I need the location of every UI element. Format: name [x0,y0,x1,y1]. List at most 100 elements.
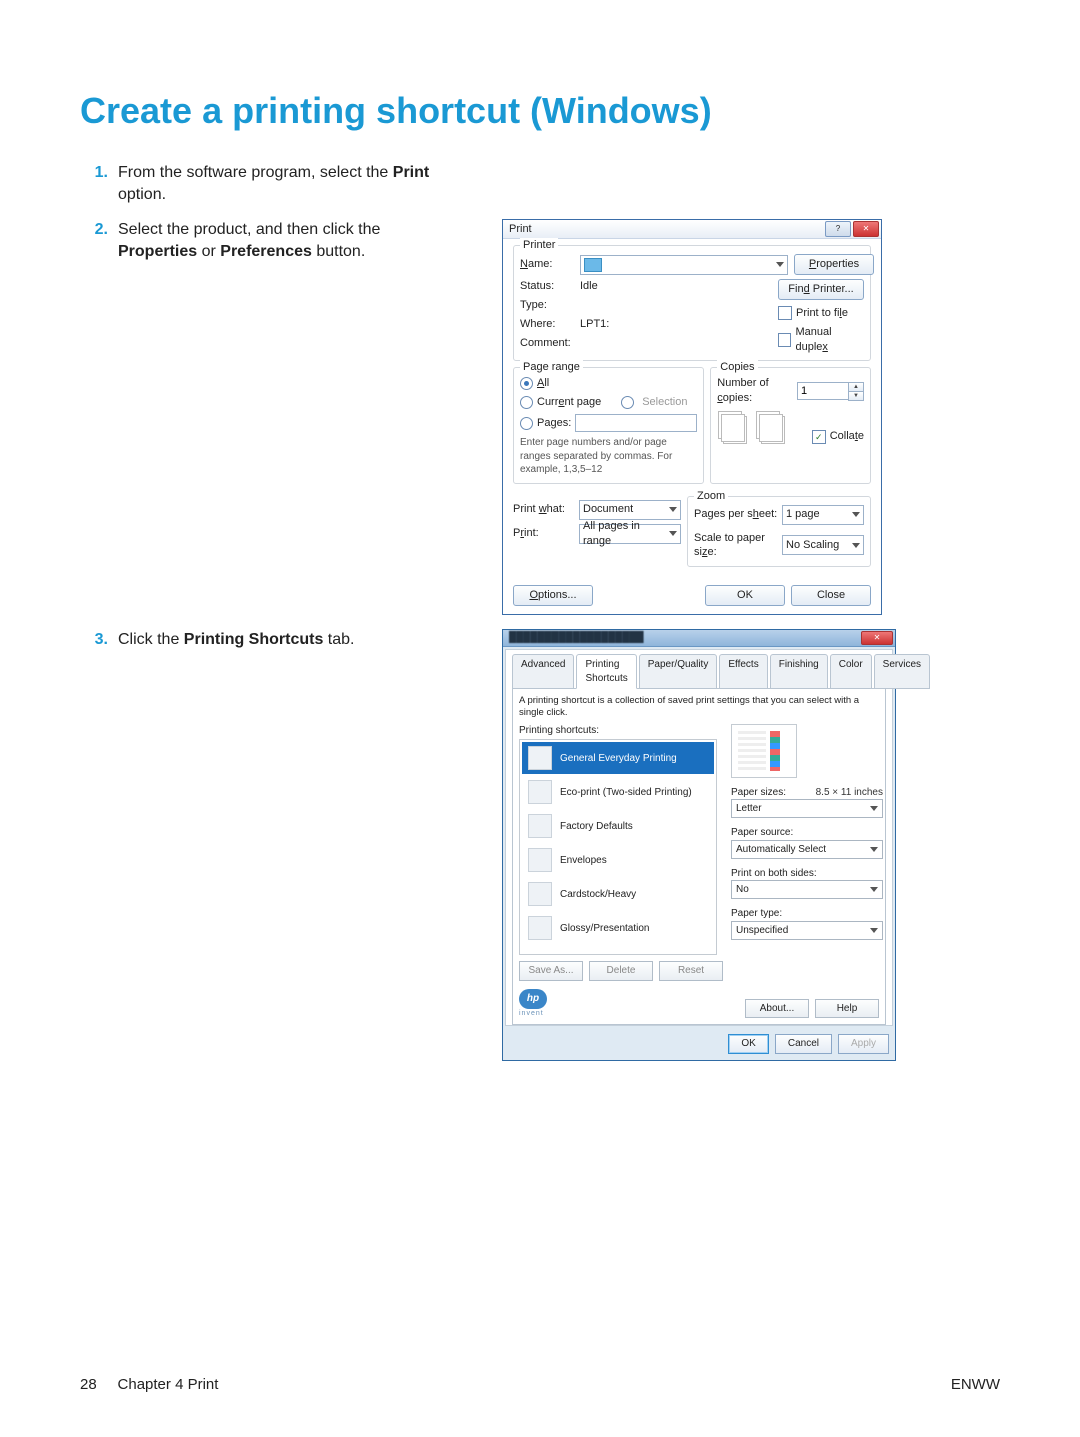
tab-effects[interactable]: Effects [719,654,767,689]
shortcut-item-eco[interactable]: Eco-print (Two-sided Printing) [522,776,714,808]
footer-chapter: Chapter 4 Print [118,1376,219,1393]
spin-down-icon[interactable]: ▼ [848,391,864,401]
collate-checkbox[interactable]: ✓ [812,430,826,444]
copies-input[interactable] [797,382,848,400]
tab-paper-quality[interactable]: Paper/Quality [639,654,718,689]
scale-select[interactable]: No Scaling [782,535,864,555]
paper-type-select[interactable]: Unspecified [731,921,883,940]
footer-page-number: 28 [80,1376,97,1393]
ok-button[interactable]: OK [705,585,785,606]
page-title: Create a printing shortcut (Windows) [80,90,1000,132]
tab-color[interactable]: Color [830,654,872,689]
text: Click the [118,631,184,648]
label: Name: [520,257,580,272]
ok-button[interactable]: OK [728,1034,768,1054]
label: Number of copies: [717,376,797,406]
step-number: 1. [80,162,108,184]
text-bold: Print [393,164,429,181]
step-text: Click the Printing Shortcuts tab. [118,629,458,651]
save-as-button[interactable]: Save As... [519,961,583,981]
label: General Everyday Printing [560,752,677,766]
step-text: Select the product, and then click the P… [118,219,458,262]
print-to-file-checkbox[interactable] [778,306,792,320]
doc-icon [528,746,552,770]
doc-icon [528,780,552,804]
shortcut-item-general[interactable]: General Everyday Printing [522,742,714,774]
group-legend: Printer [520,238,558,253]
label: Type: [520,298,580,313]
shortcut-listbox[interactable]: General Everyday Printing Eco-print (Two… [519,739,717,955]
dialog-titlebar: ███████████████████ ✕ [503,630,895,647]
label: Factory Defaults [560,820,633,834]
text-bold: Properties [118,243,197,260]
close-button[interactable]: Close [791,585,871,606]
value: No Scaling [786,538,839,553]
range-pages-radio[interactable] [520,417,533,430]
label: Print to file [796,306,848,321]
options-button[interactable]: Options... [513,585,593,606]
close-icon[interactable]: ✕ [861,631,893,645]
print-range-select[interactable]: All pages in range [579,524,681,544]
label: Manual duplex [795,325,864,355]
where-value: LPT1: [580,317,609,332]
reset-button[interactable]: Reset [659,961,723,981]
help-icon[interactable]: ? [825,221,851,237]
collate-preview-icon [761,416,785,444]
find-printer-button[interactable]: Find Printer... [778,279,864,300]
spin-up-icon[interactable]: ▲ [848,382,864,391]
value: Unspecified [736,924,788,938]
help-button[interactable]: Help [815,999,879,1019]
shortcut-item-factory[interactable]: Factory Defaults [522,810,714,842]
label: Printing shortcuts: [519,724,723,738]
shortcut-item-cardstock[interactable]: Cardstock/Heavy [522,878,714,910]
delete-button[interactable]: Delete [589,961,653,981]
both-sides-select[interactable]: No [731,880,883,899]
label: Paper source: [731,826,883,840]
text: option. [118,186,166,203]
paper-source-select[interactable]: Automatically Select [731,840,883,859]
properties-dialog: ███████████████████ ✕ Advanced Printing … [502,629,896,1061]
step-text: From the software program, select the Pr… [118,162,458,205]
value: Letter [736,802,762,816]
range-selection-radio [621,396,634,409]
label: Current page [537,395,601,410]
doc-icon [528,882,552,906]
paper-size-select[interactable]: Letter [731,799,883,818]
label: Glossy/Presentation [560,922,650,936]
pages-input[interactable] [575,414,697,432]
manual-duplex-checkbox[interactable] [778,333,791,347]
tab-services[interactable]: Services [874,654,930,689]
about-button[interactable]: About... [745,999,809,1019]
print-what-select[interactable]: Document [579,500,681,520]
dialog-title: ███████████████████ [509,631,644,645]
pages-per-sheet-select[interactable]: 1 page [782,505,864,525]
value: Automatically Select [736,843,826,857]
shortcut-item-glossy[interactable]: Glossy/Presentation [522,912,714,944]
hint-text: A printing shortcut is a collection of s… [519,695,879,718]
value: Document [583,502,633,517]
value: 1 page [786,507,820,522]
tab-finishing[interactable]: Finishing [770,654,828,689]
text: tab. [323,631,354,648]
properties-button[interactable]: Properties [794,254,874,275]
cancel-button[interactable]: Cancel [775,1034,832,1054]
shortcut-item-envelopes[interactable]: Envelopes [522,844,714,876]
printer-name-select[interactable] [580,255,788,275]
label: Eco-print (Two-sided Printing) [560,786,692,800]
paper-size-meta: 8.5 × 11 inches [816,786,883,800]
range-current-radio[interactable] [520,396,533,409]
print-dialog: Print ? ✕ Printer Name: [502,219,882,615]
footer-right: ENWW [951,1376,1000,1393]
label: Print on both sides: [731,867,883,881]
close-icon[interactable]: ✕ [853,221,879,237]
label: Pages per sheet: [694,507,777,522]
text: From the software program, select the [118,164,393,181]
printer-icon [584,258,602,272]
range-all-radio[interactable] [520,377,533,390]
label: Where: [520,317,580,332]
tab-printing-shortcuts[interactable]: Printing Shortcuts [576,654,636,689]
label: Collate [830,429,864,444]
label: Print: [513,526,579,541]
step-number: 2. [80,219,108,241]
tab-advanced[interactable]: Advanced [512,654,574,689]
